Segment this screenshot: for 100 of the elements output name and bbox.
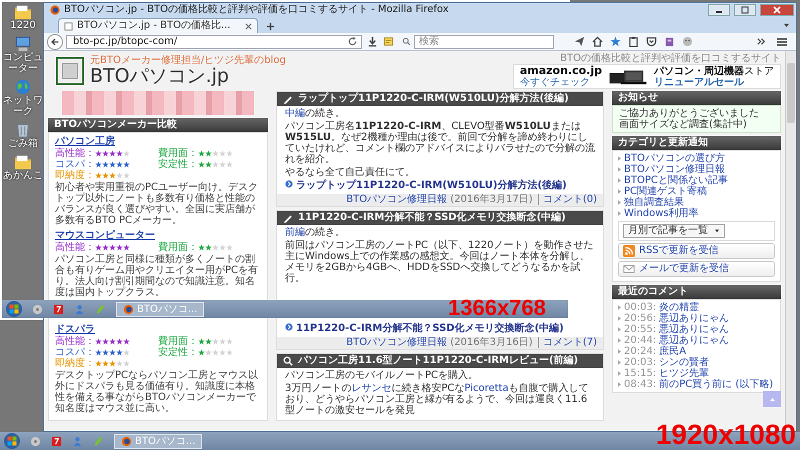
send-icon[interactable] bbox=[574, 36, 585, 47]
rating-label: コスパ： bbox=[55, 347, 95, 358]
category-link[interactable]: BTOパソコン修理日報 bbox=[346, 194, 448, 205]
article-link[interactable]: ラップトップ11P1220-C-IRM(W510LU)分解方法(後編) bbox=[285, 180, 567, 191]
windows-logo-icon bbox=[6, 435, 18, 447]
resolution-label: 1366x768 bbox=[448, 296, 546, 320]
site-subtitle: 元BTOメーカー修理担当/ヒツジ先輩のblog bbox=[90, 55, 286, 66]
category-link[interactable]: BTOパソコン修理日報 bbox=[624, 164, 725, 175]
ad-link[interactable]: 今すぐチェック bbox=[520, 77, 602, 88]
icon-label: コンピューター bbox=[3, 52, 43, 74]
text-link[interactable]: Picoretta bbox=[464, 383, 509, 394]
rating-label: 費用面： bbox=[158, 242, 198, 253]
computer-icon[interactable] bbox=[14, 36, 32, 52]
maximize-button[interactable] bbox=[734, 4, 756, 16]
menu-icon bbox=[776, 36, 788, 48]
category-link[interactable]: PC関連ゲスト寄稿 bbox=[624, 186, 708, 197]
maker-link[interactable]: ドスパラ bbox=[55, 324, 95, 335]
category-link[interactable]: BTOパソコン修理日報 bbox=[346, 337, 448, 348]
home-icon[interactable] bbox=[592, 36, 603, 47]
comment-link[interactable]: ヒツジ先輩 bbox=[659, 368, 710, 379]
comment-time: 20:24: bbox=[624, 346, 656, 357]
trash-icon[interactable] bbox=[14, 122, 32, 138]
comment-link[interactable]: 悪辺ありにゃん bbox=[659, 313, 730, 324]
close-icon[interactable] bbox=[245, 22, 252, 30]
caret-icon[interactable] bbox=[783, 22, 790, 28]
comment-link[interactable]: 庶民A bbox=[659, 346, 686, 357]
text-link[interactable]: 中編 bbox=[285, 108, 305, 119]
widget-heading: 最近のコメント bbox=[612, 285, 781, 299]
browser-tab[interactable]: BTOパソコン.jp - BTOの価格比... bbox=[58, 18, 258, 33]
category-link[interactable]: 独自調査結果 bbox=[624, 197, 684, 208]
article-text: パソコン工房名11P1220-C-IRM、CLEVO型番W510LUまたはW515LU。なぜ2機種か理由は後で。前回で分解を諦め終わりにしていたけれど、コメント欄のアドバイスによりバラせたので分解の流れを紹介。 bbox=[285, 121, 595, 165]
star-icon[interactable] bbox=[610, 36, 621, 47]
folder-icon[interactable] bbox=[14, 4, 32, 20]
reload-icon[interactable] bbox=[347, 36, 358, 47]
comment-link[interactable]: 炎の精霊 bbox=[659, 302, 700, 313]
notice-text: ご協力ありがとうございました bbox=[619, 108, 760, 119]
fox-icon bbox=[50, 5, 60, 15]
start-button[interactable] bbox=[4, 433, 20, 449]
rating-label: 費用面： bbox=[158, 148, 198, 159]
comments-link[interactable]: コメント(7) bbox=[538, 337, 597, 348]
comment-link[interactable]: 悪辺ありにゃん bbox=[659, 335, 730, 346]
chevrons-icon[interactable] bbox=[756, 36, 767, 47]
article-link[interactable]: 11P1220-C-IRM分解不能？SSD化メモリ交換断念(中編) bbox=[285, 323, 564, 334]
text-link[interactable]: レサンセ bbox=[351, 383, 392, 394]
comments-link[interactable]: コメント(0) bbox=[538, 194, 597, 205]
close-button[interactable] bbox=[760, 4, 794, 16]
url-field[interactable]: bto-pc.jp/btopc-com/ bbox=[66, 34, 362, 48]
windows-logo-icon bbox=[8, 303, 20, 315]
bullet-icon bbox=[618, 371, 621, 376]
icon-label: 1220 bbox=[9, 20, 37, 31]
ad-banner[interactable]: amazon.co.jp 今すぐチェック パソコン・周辺機器ストア リニューアルセール bbox=[512, 64, 781, 89]
rating-label: 即納度： bbox=[55, 358, 95, 369]
minimize-button[interactable] bbox=[708, 4, 730, 16]
widget-heading: お知らせ bbox=[612, 91, 781, 105]
app-icon[interactable] bbox=[51, 436, 62, 446]
rss-button[interactable]: RSSで更新を受信 bbox=[618, 243, 775, 259]
comment-time: 20:44: bbox=[624, 335, 656, 346]
maker-link[interactable]: マウスコンピューター bbox=[55, 230, 155, 241]
icon-label: あかんこ bbox=[3, 170, 43, 181]
download-icon[interactable] bbox=[367, 36, 378, 47]
maker-link[interactable]: パソコン工房 bbox=[55, 136, 115, 147]
notice-text: 画面サイズなど調査(集計中) bbox=[619, 119, 748, 130]
smiley-icon[interactable] bbox=[682, 36, 693, 47]
article-title[interactable]: ラップトップ11P1220-C-IRM(W510LU)分解方法(後編) bbox=[277, 92, 603, 106]
folder-icon[interactable] bbox=[14, 154, 32, 170]
article-text: 前回はパソコン工房のノートPC（以下、1220ノート）を動作させた主にWindows上での作業感の感想文。今回はノート本体を分解し、メモリを2GBから4GBへ、HDDをSSDへ交換してどうなるかを試行。 bbox=[285, 240, 594, 284]
article-text: 中編の続き。 bbox=[285, 108, 346, 119]
article-title[interactable]: 11P1220-C-IRM分解不能？SSD化メモリ交換断念(中編) bbox=[277, 211, 603, 225]
maker-description: パソコン工房と同様に種類が多くノートの割合も有りゲーム用やクリエイター用がPCを有り。法人向け割引期間なので知識注意。知名度は国内トップクラス。 bbox=[55, 254, 260, 298]
article-text: やるなら全て自己責任にて。 bbox=[285, 167, 416, 178]
mail-button[interactable]: メールで更新を受信 bbox=[618, 261, 775, 277]
start-button[interactable] bbox=[6, 301, 22, 317]
month-dropdown[interactable]: 月別で記事を一覧 bbox=[623, 224, 725, 238]
up-arrow-icon bbox=[768, 396, 776, 402]
envelope-icon bbox=[623, 263, 635, 275]
category-link[interactable]: BTOパソコンの選び方 bbox=[624, 153, 725, 164]
comment-link[interactable]: 前のPC買う前に (以下略) bbox=[659, 379, 774, 390]
site-tagline: BTOの価格比較と評判や評価を口コミするサイト bbox=[560, 53, 781, 64]
disc-icon[interactable] bbox=[30, 436, 41, 446]
search-field[interactable]: 検索 bbox=[414, 34, 554, 48]
bullet-icon bbox=[618, 211, 621, 216]
text-link[interactable]: 前編 bbox=[285, 227, 305, 238]
disc-icon[interactable] bbox=[32, 304, 43, 314]
article-title[interactable]: パソコン工房11.6型ノート11P1220-C-IRMレビュー(前編) bbox=[277, 354, 603, 368]
bullet-icon bbox=[618, 316, 621, 321]
back-button[interactable] bbox=[47, 34, 63, 50]
window-title: BTOパソコン.jp - BTOの価格比較と評判や評価を口コミするサイト - Mozilla Firefox bbox=[64, 4, 450, 16]
site-logo[interactable]: BTOパソコン.jp bbox=[90, 66, 286, 87]
category-link[interactable]: Windows利用率 bbox=[624, 208, 699, 219]
rating-label: 高性能： bbox=[55, 242, 95, 253]
ad-store-text: パソコン・周辺機器ストア bbox=[654, 66, 774, 76]
rating-label: 安定性： bbox=[158, 347, 198, 358]
comment-link[interactable]: シンの賢者 bbox=[659, 357, 710, 368]
pocket-icon[interactable] bbox=[646, 36, 657, 47]
app-icon[interactable] bbox=[53, 304, 64, 314]
clipboard-icon[interactable] bbox=[628, 36, 639, 47]
bullet-icon bbox=[618, 349, 621, 354]
bookmark-icon[interactable] bbox=[383, 36, 394, 47]
category-link[interactable]: BTOPCと関係ない記事 bbox=[624, 175, 728, 186]
comment-link[interactable]: 悪辺ありにゃん bbox=[659, 324, 730, 335]
